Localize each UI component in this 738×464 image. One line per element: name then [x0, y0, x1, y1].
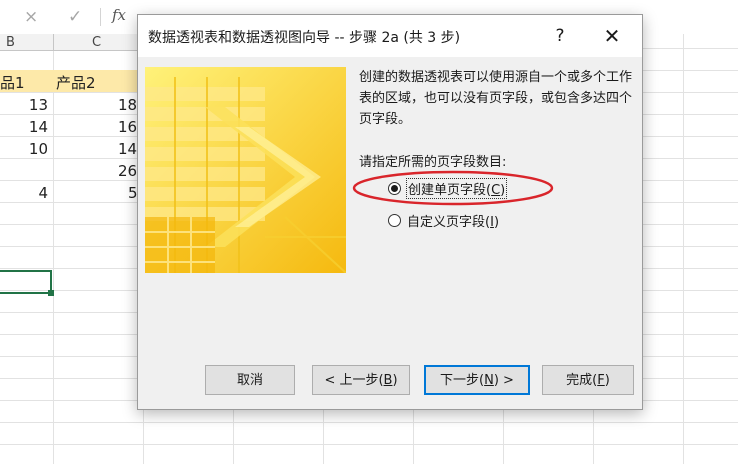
enter-formula-icon[interactable]: ✓	[68, 7, 82, 27]
cell-b-value[interactable]: 4	[8, 184, 48, 202]
cancel-button[interactable]: 取消	[205, 365, 295, 395]
insert-function-icon[interactable]: fx	[112, 6, 126, 24]
wizard-illustration	[145, 67, 346, 273]
help-button[interactable]: ?	[538, 19, 582, 53]
formula-bar-divider	[100, 8, 101, 26]
cell-c-value[interactable]: 26	[118, 162, 137, 180]
dialog-titlebar[interactable]: 数据透视表和数据透视图向导 -- 步骤 2a (共 3 步) ? ✕	[138, 15, 642, 57]
cell-b-header[interactable]: 品1	[0, 72, 25, 93]
fill-handle[interactable]	[48, 290, 54, 296]
cell-b-value[interactable]: 14	[8, 118, 48, 136]
option-custom-page-fields[interactable]: 自定义页字段(I)	[388, 210, 499, 230]
wizard-illustration-graphic	[145, 67, 346, 273]
back-button[interactable]: < 上一步(B)	[312, 365, 410, 395]
cell-b-value[interactable]: 13	[8, 96, 48, 114]
wizard-description: 创建的数据透视表可以使用源自一个或多个工作表的区域，也可以没有页字段，或包含多达…	[359, 70, 633, 127]
pivot-table-wizard-dialog: 数据透视表和数据透视图向导 -- 步骤 2a (共 3 步) ? ✕ 创建的数据…	[137, 14, 643, 410]
active-cell-selection[interactable]	[0, 270, 52, 294]
close-button[interactable]: ✕	[590, 19, 634, 53]
column-header-b[interactable]: B	[6, 35, 15, 50]
option-label[interactable]: 自定义页字段(I)	[407, 211, 499, 230]
cell-c-value[interactable]: 18	[118, 96, 137, 114]
cell-c-value[interactable]: 14	[118, 140, 137, 158]
next-button[interactable]: 下一步(N) >	[424, 365, 530, 395]
red-highlight-ellipse	[352, 170, 554, 206]
cell-c-header[interactable]: 产品2	[56, 72, 96, 93]
cancel-formula-icon[interactable]: ×	[24, 7, 38, 27]
dialog-title: 数据透视表和数据透视图向导 -- 步骤 2a (共 3 步)	[148, 30, 461, 46]
radio-unselected-icon[interactable]	[388, 213, 401, 227]
column-divider	[53, 34, 54, 50]
finish-button[interactable]: 完成(F)	[542, 365, 634, 395]
cell-b-value[interactable]: 10	[8, 140, 48, 158]
cell-c-value[interactable]: 16	[118, 118, 137, 136]
column-header-c[interactable]: C	[92, 35, 101, 50]
column-header-row: B C	[0, 34, 140, 51]
